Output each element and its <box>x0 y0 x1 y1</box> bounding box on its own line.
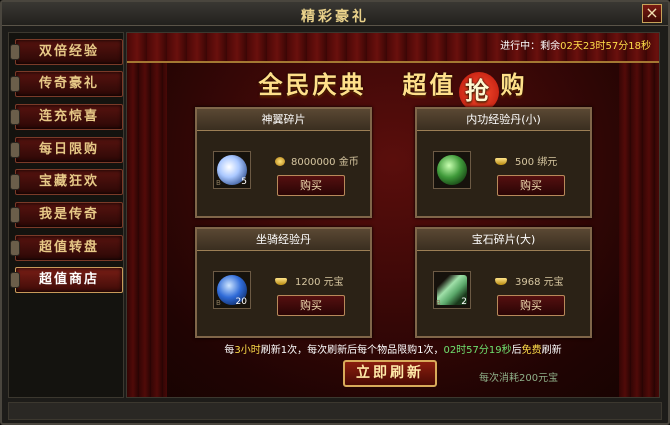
status-prefix: 进行中：剩余 <box>500 41 561 52</box>
refresh-cost: 每次消耗200元宝 <box>479 373 559 384</box>
item-name: 宝石碎片(大) <box>417 229 590 251</box>
item-price: 3968 元宝 <box>495 273 564 288</box>
info-text: 后 <box>511 345 522 356</box>
buy-button[interactable]: 购买 <box>497 175 565 196</box>
item-name: 神翼碎片 <box>197 109 370 131</box>
tab-knob-icon <box>10 174 20 190</box>
bind-tag-icon: B <box>216 179 221 187</box>
sidebar-item-treasure-carnival[interactable]: 宝藏狂欢 <box>10 169 123 195</box>
event-window: 精彩豪礼 × 双倍经验 传奇豪礼 连充惊喜 每日限购 宝藏狂欢 我是传奇 超值转… <box>0 0 670 425</box>
sidebar-item-label: 每日限购 <box>38 142 99 157</box>
item-slot[interactable]: B 5 <box>213 151 251 189</box>
remaining-time: 02天23时57分18秒 <box>560 41 651 52</box>
bind-tag-icon: B <box>216 299 221 307</box>
item-count: 20 <box>235 297 247 307</box>
tab-knob-icon <box>10 207 20 223</box>
item-count: 2 <box>461 297 467 307</box>
banner-text-2a: 超值 <box>402 70 457 99</box>
item-slot[interactable]: B 20 <box>213 271 251 309</box>
sidebar-item-value-wheel[interactable]: 超值转盘 <box>10 235 123 261</box>
item-name: 坐骑经验丹 <box>197 229 370 251</box>
info-text: 刷新1次，每次刷新后每个物品限购1次， <box>260 345 444 356</box>
free-label: 免费 <box>521 345 542 356</box>
item-price: 500 绑元 <box>495 153 557 168</box>
event-status: 进行中：剩余02天23时57分18秒 <box>500 37 651 52</box>
sidebar-item-label: 连充惊喜 <box>38 109 99 124</box>
sidebar-item-value-shop[interactable]: 超值商店 <box>10 267 123 293</box>
banner-text-1: 全民庆典 <box>258 70 367 99</box>
sidebar-item-legend-gift[interactable]: 传奇豪礼 <box>10 71 123 97</box>
price-text: 3968 元宝 <box>515 277 564 288</box>
item-price: 8000000 金币 <box>275 153 359 168</box>
shop-card: 坐骑经验丹 B 20 1200 元宝 购买 <box>195 227 372 338</box>
sidebar-item-daily-limit[interactable]: 每日限购 <box>10 137 123 163</box>
sidebar-item-label: 传奇豪礼 <box>38 76 99 91</box>
sidebar-item-i-am-legend[interactable]: 我是传奇 <box>10 202 123 228</box>
refresh-now-button[interactable]: 立即刷新 <box>343 360 437 387</box>
window-title: 精彩豪礼 <box>301 9 369 25</box>
bind-tag-icon: B <box>436 299 441 307</box>
price-text: 500 绑元 <box>515 157 558 168</box>
sidebar-item-double-exp[interactable]: 双倍经验 <box>10 39 123 65</box>
tab-knob-icon <box>10 44 20 60</box>
tab-knob-icon <box>10 240 20 256</box>
ingot-icon <box>495 278 507 285</box>
refresh-info: 每3小时刷新1次，每次刷新后每个物品限购1次，02时57分19秒后免费刷新 <box>127 341 659 356</box>
close-button[interactable]: × <box>642 4 662 23</box>
free-refresh-timer: 02时57分19秒 <box>443 345 512 356</box>
ingot-icon <box>495 158 507 165</box>
sidebar: 双倍经验 传奇豪礼 连充惊喜 每日限购 宝藏狂欢 我是传奇 超值转盘 超值商店 <box>8 32 124 398</box>
sidebar-item-label: 我是传奇 <box>38 207 99 222</box>
item-slot[interactable]: B 2 <box>433 271 471 309</box>
shop-card: 神翼碎片 B 5 8000000 金币 购买 <box>195 107 372 218</box>
item-slot[interactable] <box>433 151 471 189</box>
item-count: 5 <box>241 177 247 187</box>
tab-knob-icon <box>10 272 20 288</box>
tab-knob-icon <box>10 109 20 125</box>
shop-stage: 进行中：剩余02天23时57分18秒 全民庆典 超值抢购 神翼碎片 B 5 800… <box>126 32 660 398</box>
banner-text-2c: 购 <box>500 70 528 99</box>
buy-button[interactable]: 购买 <box>497 295 565 316</box>
info-text: 刷新 <box>541 345 562 356</box>
tab-knob-icon <box>10 76 20 92</box>
event-banner: 全民庆典 超值抢购 <box>127 65 659 112</box>
sidebar-item-label: 宝藏狂欢 <box>38 174 99 189</box>
sidebar-item-label: 超值商店 <box>38 272 99 287</box>
price-text: 1200 元宝 <box>295 277 344 288</box>
sidebar-item-recharge-surprise[interactable]: 连充惊喜 <box>10 104 123 130</box>
tab-knob-icon <box>10 142 20 158</box>
gold-coin-icon <box>275 157 285 166</box>
sidebar-item-label: 超值转盘 <box>38 240 99 255</box>
buy-button[interactable]: 购买 <box>277 295 345 316</box>
price-text: 8000000 金币 <box>291 157 359 168</box>
refresh-interval: 3小时 <box>234 345 261 356</box>
footer-bar <box>8 402 662 420</box>
banner-grab-badge: 抢 <box>458 72 499 112</box>
item-price: 1200 元宝 <box>275 273 344 288</box>
title-bar: 精彩豪礼 × <box>2 2 668 26</box>
info-text: 每 <box>224 345 235 356</box>
item-name: 内功经验丹(小) <box>417 109 590 131</box>
ingot-icon <box>275 278 287 285</box>
sidebar-item-label: 双倍经验 <box>38 44 99 59</box>
shop-card: 内功经验丹(小) 500 绑元 购买 <box>415 107 592 218</box>
shop-card: 宝石碎片(大) B 2 3968 元宝 购买 <box>415 227 592 338</box>
buy-button[interactable]: 购买 <box>277 175 345 196</box>
green-orb-icon <box>437 155 467 185</box>
